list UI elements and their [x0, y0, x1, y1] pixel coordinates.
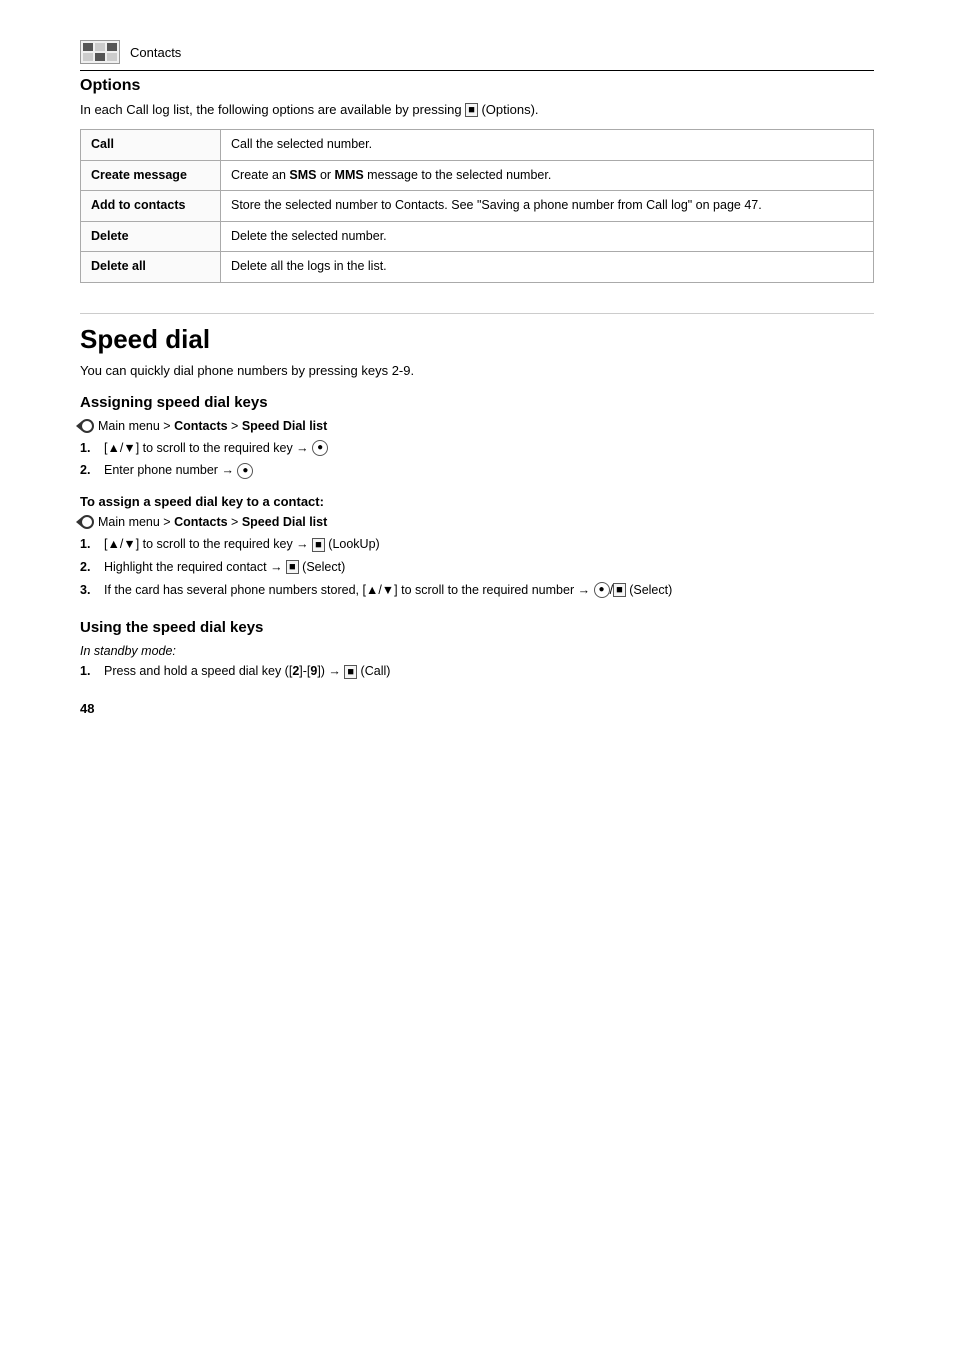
icon-cell [95, 53, 105, 61]
table-row: Add to contacts Store the selected numbe… [81, 191, 874, 222]
options-intro: In each Call log list, the following opt… [80, 101, 874, 119]
steps-list-2: 1. [▲/▼] to scroll to the required key →… [80, 535, 874, 599]
menu-path-icon-2 [80, 515, 94, 529]
description-cell: Create an SMS or MMS message to the sele… [221, 160, 874, 191]
using-keys-section: Using the speed dial keys In standby mod… [80, 619, 874, 681]
circle-button: ● [312, 440, 328, 456]
lookup-key: ■ [312, 538, 325, 552]
list-item: 3. If the card has several phone numbers… [80, 581, 874, 600]
options-table: Call Call the selected number. Create me… [80, 129, 874, 283]
speed-dial-title: Speed dial [80, 313, 874, 355]
options-key-icon: ■ [465, 103, 478, 117]
assign-keys-heading: Assigning speed dial keys [80, 394, 874, 411]
options-section: Options In each Call log list, the follo… [80, 77, 874, 283]
to-assign-label: To assign a speed dial key to a contact: [80, 494, 874, 509]
select-key: ■ [286, 560, 299, 574]
speed-dial-section: Speed dial You can quickly dial phone nu… [80, 313, 874, 682]
circle-button-2: ● [594, 582, 610, 598]
list-item: 2. Enter phone number → ● [80, 461, 874, 480]
icon-cell [83, 43, 93, 51]
menu-path-icon [80, 419, 94, 433]
icon-cell [83, 53, 93, 61]
table-row: Delete all Delete all the logs in the li… [81, 252, 874, 283]
contacts-header: Contacts [80, 40, 874, 71]
action-cell: Add to contacts [81, 191, 221, 222]
standby-label: In standby mode: [80, 644, 874, 658]
action-cell: Delete [81, 221, 221, 252]
contacts-label: Contacts [130, 45, 181, 60]
list-item: 2. Highlight the required contact → ■ (S… [80, 558, 874, 577]
description-cell: Store the selected number to Contacts. S… [221, 191, 874, 222]
steps-list-3: 1. Press and hold a speed dial key ([2]-… [80, 662, 874, 681]
list-item: 1. [▲/▼] to scroll to the required key →… [80, 439, 874, 458]
table-row: Create message Create an SMS or MMS mess… [81, 160, 874, 191]
speed-dial-intro: You can quickly dial phone numbers by pr… [80, 363, 874, 378]
using-keys-heading: Using the speed dial keys [80, 619, 874, 636]
description-cell: Delete the selected number. [221, 221, 874, 252]
select-key-2: ■ [613, 583, 626, 597]
list-item: 1. [▲/▼] to scroll to the required key →… [80, 535, 874, 554]
icon-cell [107, 43, 117, 51]
table-row: Call Call the selected number. [81, 130, 874, 161]
contacts-icon [80, 40, 120, 64]
assign-keys-section: Assigning speed dial keys Main menu > Co… [80, 394, 874, 600]
icon-cell [95, 43, 105, 51]
menu-path-text-2: Main menu > Contacts > Speed Dial list [98, 515, 327, 529]
action-cell: Delete all [81, 252, 221, 283]
circle-button: ● [237, 463, 253, 479]
page-number: 48 [80, 701, 874, 716]
description-cell: Call the selected number. [221, 130, 874, 161]
menu-path-text: Main menu > Contacts > Speed Dial list [98, 419, 327, 433]
menu-path-1: Main menu > Contacts > Speed Dial list [80, 419, 874, 433]
description-cell: Delete all the logs in the list. [221, 252, 874, 283]
options-heading: Options [80, 77, 874, 95]
steps-list-1: 1. [▲/▼] to scroll to the required key →… [80, 439, 874, 481]
menu-path-2: Main menu > Contacts > Speed Dial list [80, 515, 874, 529]
list-item: 1. Press and hold a speed dial key ([2]-… [80, 662, 874, 681]
action-cell: Create message [81, 160, 221, 191]
table-row: Delete Delete the selected number. [81, 221, 874, 252]
icon-cell [107, 53, 117, 61]
action-cell: Call [81, 130, 221, 161]
call-key: ■ [344, 665, 357, 679]
